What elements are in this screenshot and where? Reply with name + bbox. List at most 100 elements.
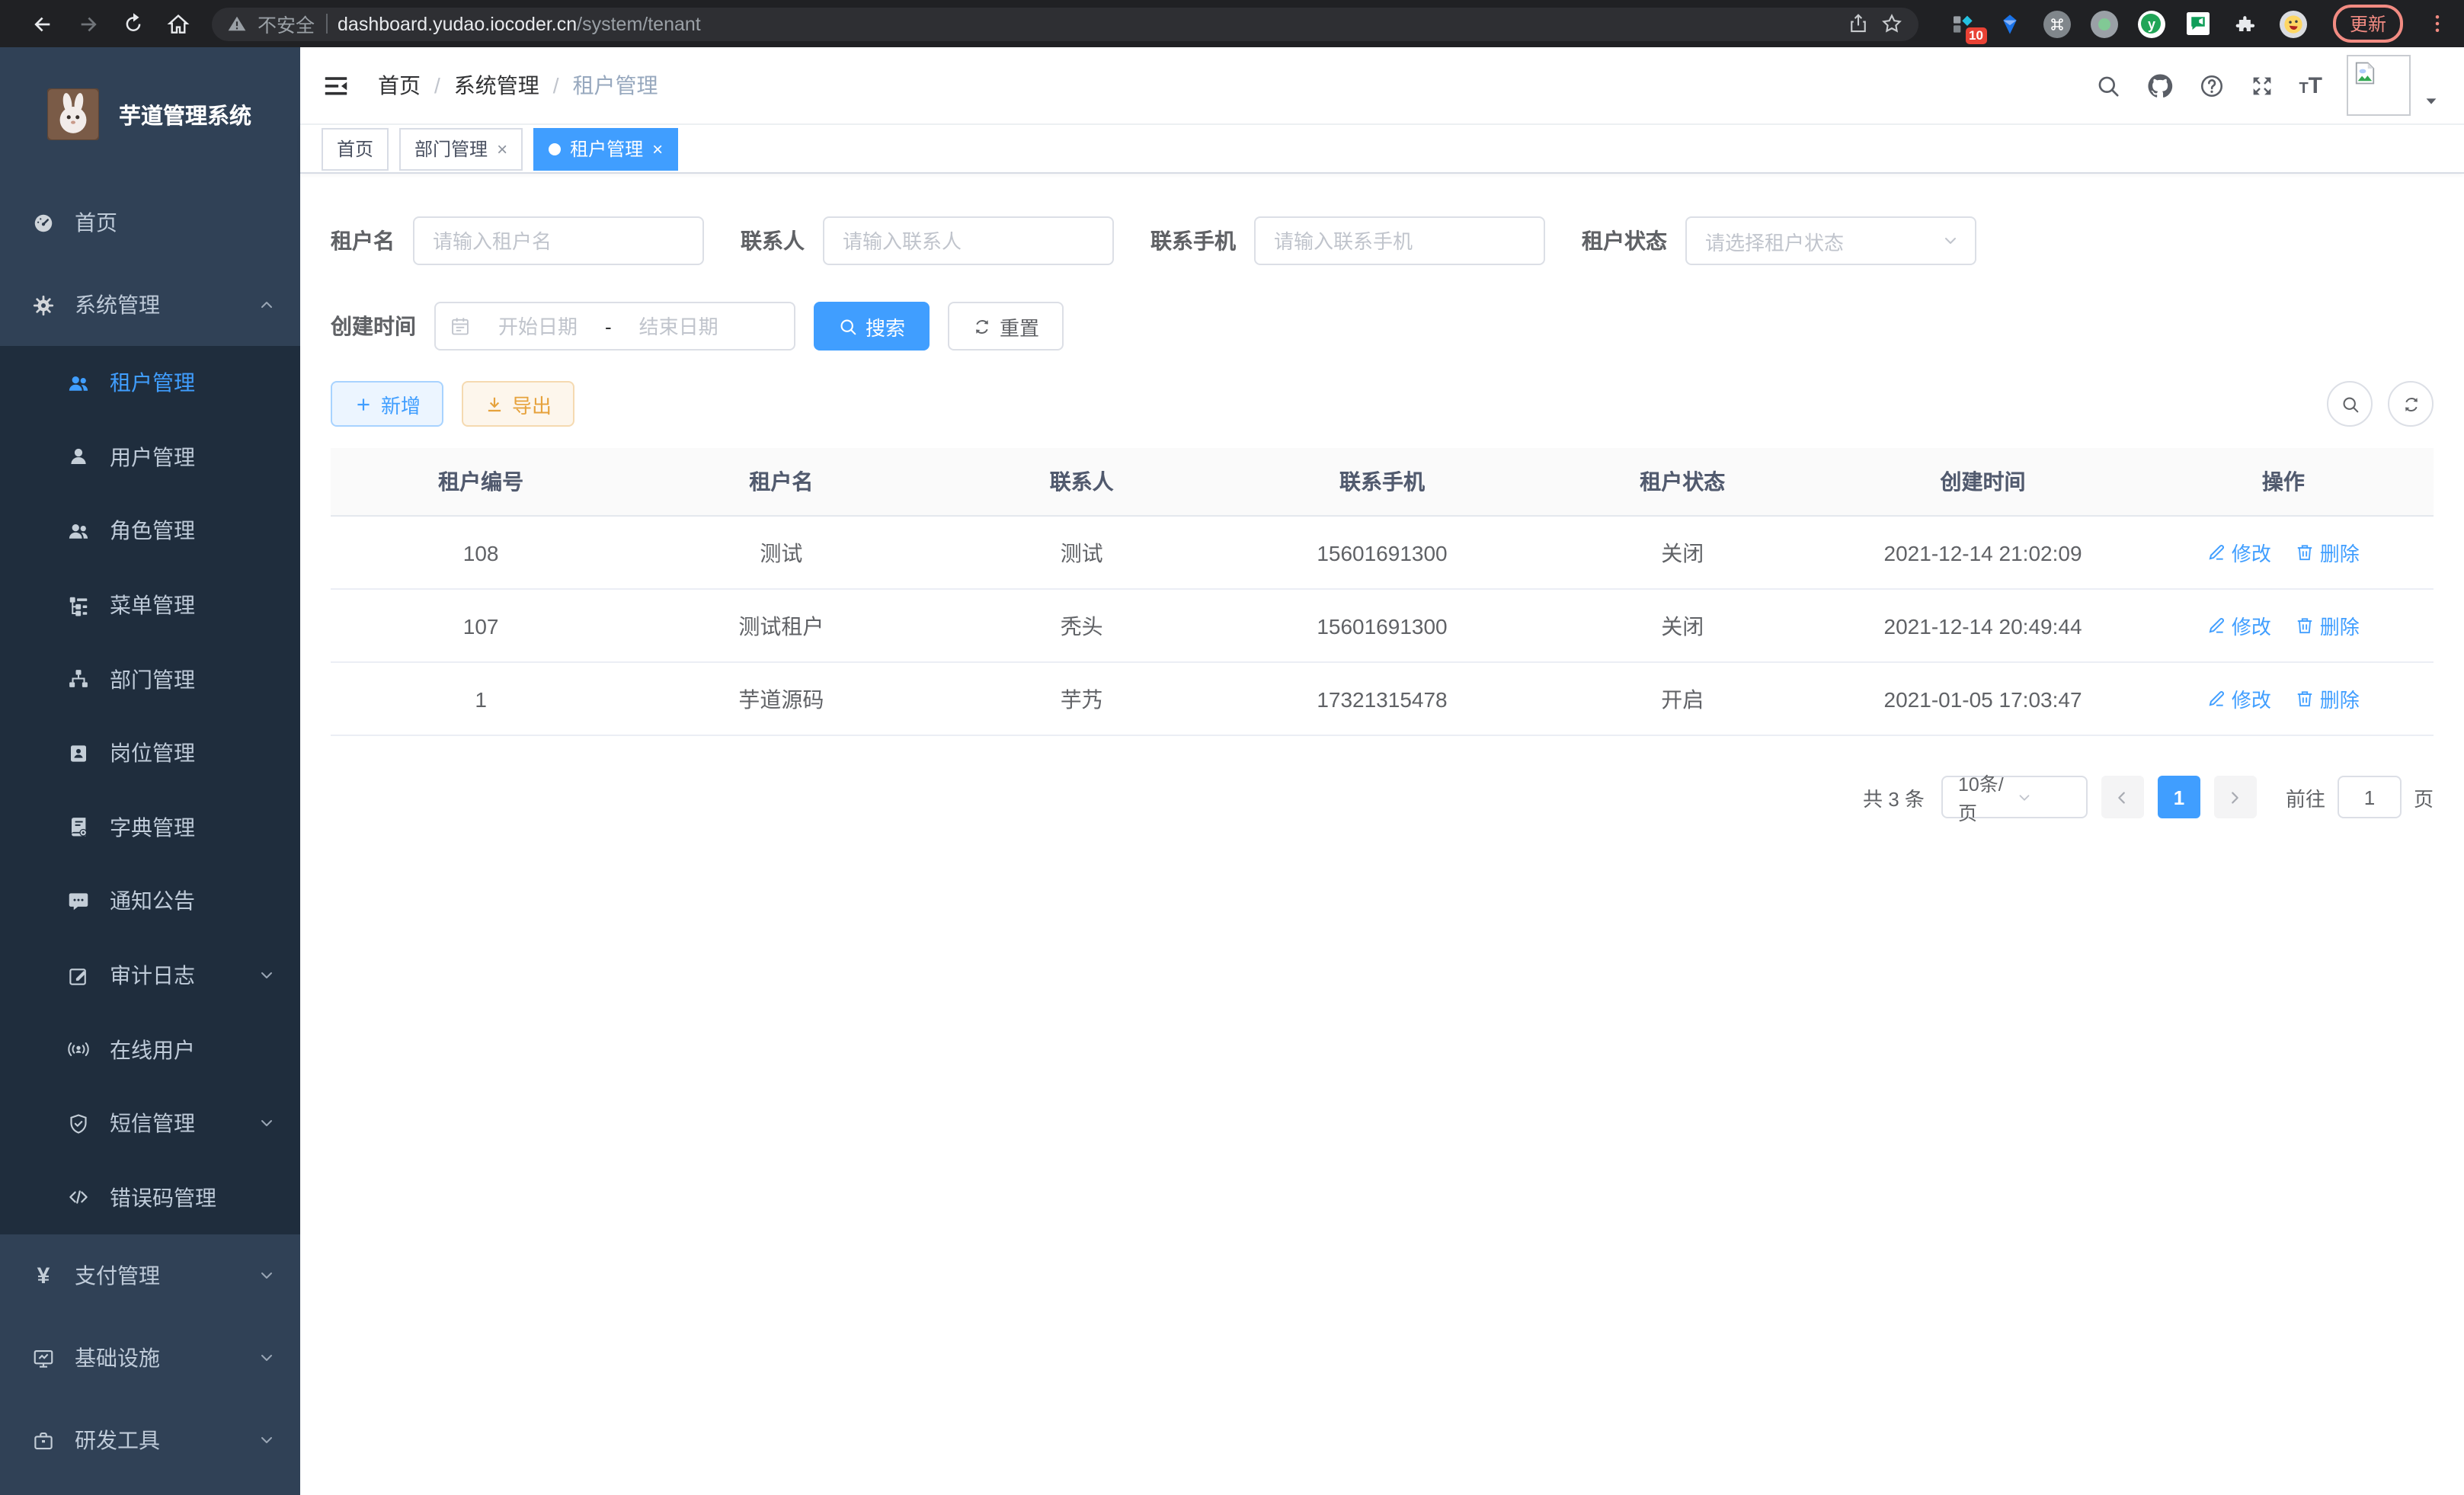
sidebar-item-home[interactable]: 首页 [0, 181, 300, 264]
sidebar-item-user[interactable]: 用户管理 [0, 420, 300, 494]
current-page-button[interactable]: 1 [2158, 776, 2200, 818]
sidebar-item-system[interactable]: 系统管理 [0, 264, 300, 346]
kebab-menu-icon[interactable] [2426, 12, 2449, 35]
tenant-name-input[interactable] [413, 216, 704, 265]
sidebar-item-menu[interactable]: 菜单管理 [0, 568, 300, 642]
pagination: 共 3 条 10条/页 1 前往 页 [331, 776, 2434, 818]
dev-tools-briefcase-icon [32, 1429, 55, 1452]
mobile-input[interactable] [1254, 216, 1545, 265]
breadcrumb-system[interactable]: 系统管理 [454, 70, 539, 101]
cell-actions: 修改 删除 [2133, 662, 2434, 735]
create-time-range-picker[interactable]: - [434, 302, 795, 351]
close-icon[interactable]: × [652, 139, 663, 158]
sidebar-item-label: 部门管理 [110, 664, 195, 694]
extensions-puzzle-icon[interactable] [2232, 10, 2260, 37]
tenant-status-select[interactable]: 请选择租户状态 [1685, 216, 1976, 265]
search-icon[interactable] [2094, 72, 2120, 98]
share-icon[interactable] [1847, 12, 1870, 35]
sidebar-item-error-code[interactable]: 错误码管理 [0, 1160, 300, 1234]
page-size-select[interactable]: 10条/页 [1941, 776, 2088, 818]
add-button[interactable]: 新增 [331, 381, 443, 427]
user-avatar-dropdown[interactable] [2347, 55, 2440, 116]
top-navbar: 首页 / 系统管理 / 租户管理 TT [300, 47, 2464, 125]
contact-input[interactable] [823, 216, 1114, 265]
mobile-label: 联系手机 [1150, 226, 1236, 256]
tag-label: 部门管理 [414, 136, 488, 162]
search-button[interactable]: 搜索 [814, 302, 930, 351]
tenant-status-label: 租户状态 [1582, 226, 1667, 256]
sidebar-item-infrastructure[interactable]: 基础设施 [0, 1317, 300, 1399]
extension-badge: 10 [1965, 27, 1987, 43]
table-row: 108 测试 测试 15601691300 关闭 2021-12-14 21:0… [331, 516, 2434, 589]
delete-link[interactable]: 删除 [2296, 684, 2360, 713]
help-icon[interactable] [2198, 72, 2224, 98]
delete-link[interactable]: 删除 [2296, 611, 2360, 640]
sidebar-item-label: 用户管理 [110, 442, 195, 472]
sidebar-item-role[interactable]: 角色管理 [0, 494, 300, 568]
browser-nav-buttons [15, 11, 203, 36]
sidebar-item-payment[interactable]: ¥ 支付管理 [0, 1234, 300, 1317]
sidebar: 芋道管理系统 首页 系统管理 租户管理 [0, 47, 300, 1495]
delete-link[interactable]: 删除 [2296, 538, 2360, 567]
goto-page-input[interactable] [2338, 776, 2402, 818]
prev-page-button[interactable] [2101, 776, 2144, 818]
end-date-input[interactable] [618, 313, 740, 339]
address-bar[interactable]: 不安全 dashboard.yudao.iocoder.cn/system/te… [212, 7, 1918, 40]
home-icon[interactable] [166, 11, 190, 36]
sidebar-item-dev-tools[interactable]: 研发工具 [0, 1399, 300, 1481]
edit-link[interactable]: 修改 [2207, 684, 2271, 713]
sidebar-item-tenant[interactable]: 租户管理 [0, 346, 300, 420]
cell-id: 108 [331, 516, 631, 589]
sidebar-item-dict[interactable]: 字典管理 [0, 790, 300, 864]
tag-home[interactable]: 首页 [322, 127, 389, 170]
extension-dot-icon[interactable] [2091, 10, 2118, 37]
cell-mobile: 15601691300 [1232, 516, 1532, 589]
sidebar-item-online-user[interactable]: 在线用户 [0, 1013, 300, 1087]
extension-tiles-icon[interactable]: 10 [1949, 10, 1976, 37]
extension-chat-icon[interactable] [2185, 10, 2213, 37]
post-badge-icon [67, 742, 90, 765]
select-placeholder: 请选择租户状态 [1705, 226, 1941, 255]
sidebar-item-audit-log[interactable]: 审计日志 [0, 939, 300, 1013]
extension-gem-icon[interactable] [1996, 10, 2024, 37]
reset-button[interactable]: 重置 [948, 302, 1064, 351]
tag-dept[interactable]: 部门管理 × [399, 127, 523, 170]
user-icon [67, 446, 90, 469]
sidebar-item-label: 通知公告 [110, 886, 195, 917]
edit-link[interactable]: 修改 [2207, 538, 2271, 567]
breadcrumb-home[interactable]: 首页 [378, 70, 421, 101]
sidebar-item-notice[interactable]: 通知公告 [0, 864, 300, 938]
cell-contact: 测试 [932, 516, 1232, 589]
extension-y-icon[interactable]: y [2138, 10, 2165, 37]
sidebar-item-sms[interactable]: 短信管理 [0, 1087, 300, 1160]
app-title: 芋道管理系统 [119, 98, 251, 130]
sidebar-item-post[interactable]: 岗位管理 [0, 716, 300, 790]
refresh-table-button[interactable] [2388, 381, 2434, 427]
toggle-search-button[interactable] [2327, 381, 2373, 427]
export-button[interactable]: 导出 [462, 381, 574, 427]
tag-label: 租户管理 [570, 136, 643, 162]
back-icon[interactable] [30, 11, 55, 36]
font-size-icon[interactable]: TT [2299, 72, 2322, 98]
extension-emoji-icon[interactable] [2280, 10, 2307, 37]
github-icon[interactable] [2145, 71, 2174, 100]
sidebar-item-dept[interactable]: 部门管理 [0, 642, 300, 716]
dropdown-caret-icon [2423, 93, 2440, 110]
bookmark-star-icon[interactable] [1880, 12, 1903, 35]
start-date-input[interactable] [477, 313, 599, 339]
chevron-down-icon [2017, 789, 2075, 805]
tag-tenant-active[interactable]: 租户管理 × [533, 127, 678, 170]
reload-icon[interactable] [122, 12, 145, 35]
app-logo[interactable]: 芋道管理系统 [0, 47, 300, 181]
next-page-button[interactable] [2214, 776, 2257, 818]
cell-name: 芋道源码 [631, 662, 931, 735]
forward-icon[interactable] [76, 11, 101, 36]
error-code-icon [67, 1186, 90, 1209]
browser-update-button[interactable]: 更新 [2333, 5, 2403, 43]
extension-command-icon[interactable] [2043, 10, 2071, 37]
sidebar-collapse-icon[interactable] [322, 71, 350, 100]
breadcrumb: 首页 / 系统管理 / 租户管理 [378, 70, 658, 101]
fullscreen-icon[interactable] [2248, 72, 2274, 98]
edit-link[interactable]: 修改 [2207, 611, 2271, 640]
close-icon[interactable]: × [497, 139, 507, 158]
